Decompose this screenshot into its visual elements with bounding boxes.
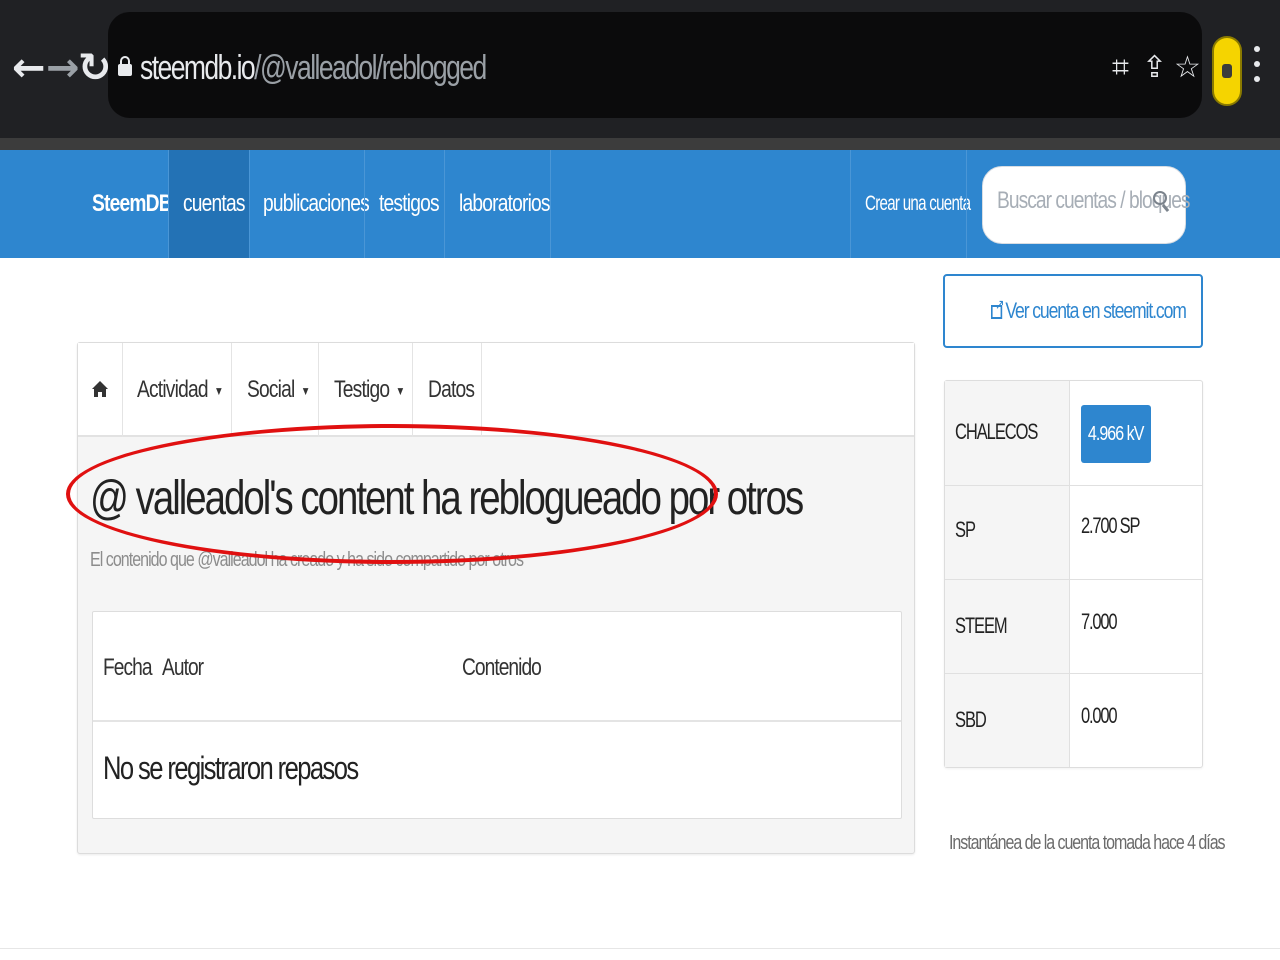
tab-label: Datos [428, 376, 475, 403]
brand-link[interactable]: SteemDB [92, 150, 173, 258]
nav-divider [364, 150, 365, 258]
nav-item-cuentas[interactable]: cuentas [169, 150, 249, 258]
stat-label-steem: STEEM [955, 613, 1008, 638]
nav-divider [249, 150, 250, 258]
tab-testigo[interactable]: Testigo ▼ [319, 343, 413, 437]
nav-divider [444, 150, 445, 258]
forward-icon[interactable]: → [46, 44, 80, 92]
stats-row-divider [945, 485, 1202, 486]
stat-label-sp: SP [955, 517, 976, 542]
account-stats-table: CHALECOS 4.966 kV SP 2.700 SP STEEM 7.00… [944, 380, 1203, 768]
nav-item-label: cuentas [183, 190, 245, 217]
column-header-autor: Autor [162, 654, 204, 681]
caret-down-icon: ▼ [214, 383, 224, 398]
browser-menu-icon[interactable] [1254, 46, 1260, 91]
tab-actividad[interactable]: Actividad ▼ [123, 343, 232, 437]
translate-icon[interactable]: ⌗ [1112, 48, 1129, 88]
nav-item-testigos[interactable]: testigos [379, 150, 440, 258]
lock-icon[interactable] [118, 56, 132, 76]
tab-social[interactable]: Social ▼ [232, 343, 319, 437]
nav-divider [850, 150, 851, 258]
tab-label: Actividad [137, 376, 209, 403]
nav-divider [966, 150, 967, 258]
external-link-icon [991, 297, 1003, 319]
caret-down-icon: ▼ [395, 383, 406, 398]
footer-divider [0, 948, 1280, 949]
caret-down-icon: ▼ [300, 383, 311, 398]
nav-divider [550, 150, 551, 258]
page-subtitle: El contenido que @valleadol ha creado y … [90, 549, 524, 571]
url-host: steemdb.io [140, 49, 256, 87]
page-title: @ valleadol's content ha reblogueado por… [90, 472, 804, 525]
tab-label: Testigo [334, 376, 390, 403]
table-divider [93, 720, 901, 722]
vests-badge: 4.966 kV [1081, 405, 1151, 463]
stats-row-divider [945, 673, 1202, 674]
reload-icon[interactable]: ↻ [78, 44, 112, 92]
stat-value-steem: 7.000 [1081, 609, 1117, 634]
share-icon[interactable]: ⇪ [1142, 48, 1167, 88]
stat-label-sbd: SBD [955, 707, 987, 732]
tab-datos[interactable]: Datos [413, 343, 482, 437]
create-account-link[interactable]: Crear una cuenta [865, 150, 971, 258]
stat-value-sp: 2.700 SP [1081, 513, 1140, 538]
empty-table-message: No se registraron repasos [103, 750, 359, 786]
url-text[interactable]: steemdb.io/@valleadol/reblogged [140, 46, 487, 90]
main-card: Actividad ▼ Social ▼ Testigo ▼ Datos @ vall… [77, 342, 915, 854]
profile-avatar[interactable] [1212, 36, 1242, 106]
view-on-steemit-label: Ver cuenta en steemit.com [1005, 298, 1186, 323]
search-icon[interactable] [1153, 191, 1171, 213]
tab-label: Social [247, 376, 295, 403]
view-on-steemit-button[interactable]: Ver cuenta en steemit.com [943, 274, 1203, 348]
vests-value: 4.966 kV [1088, 423, 1144, 445]
stats-row-divider [945, 579, 1202, 580]
search-input[interactable]: Buscar cuentas / bloques [982, 166, 1191, 244]
stat-value-sbd: 0.000 [1081, 703, 1117, 728]
browser-toolbar-border [0, 138, 1280, 150]
snapshot-note: Instantánea de la cuenta tomada hace 4 d… [949, 832, 1226, 854]
column-header-contenido: Contenido [462, 654, 542, 681]
nav-item-laboratorios[interactable]: laboratorios [459, 150, 551, 258]
back-icon[interactable]: ← [12, 44, 46, 92]
profile-tabs: Actividad ▼ Social ▼ Testigo ▼ Datos [78, 343, 914, 437]
bookmark-star-icon[interactable]: ☆ [1174, 48, 1201, 88]
tab-home[interactable] [78, 343, 123, 437]
stat-label-chalecos: CHALECOS [955, 419, 1038, 444]
url-path: /@valleadol/reblogged [254, 49, 487, 87]
home-icon [92, 381, 108, 397]
column-header-fecha: Fecha [103, 654, 153, 681]
nav-item-publicaciones[interactable]: publicaciones [263, 150, 370, 258]
reblogs-table: Fecha Autor Contenido No se registraron … [92, 611, 902, 819]
